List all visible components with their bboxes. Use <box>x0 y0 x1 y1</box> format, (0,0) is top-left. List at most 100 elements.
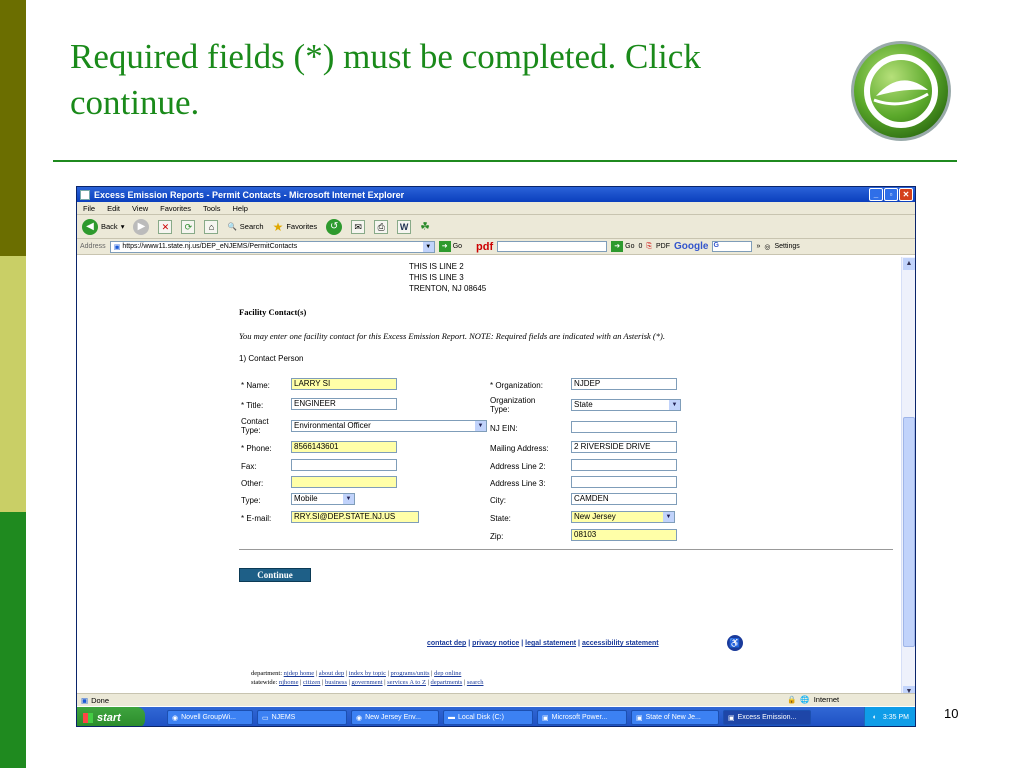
address-dropdown-icon[interactable]: ▼ <box>422 241 434 252</box>
department-links: department: njdep home | about dep | ind… <box>251 670 484 686</box>
nj-ein-label: NJ EIN: <box>490 424 518 433</box>
forward-button[interactable]: ▶ <box>133 218 150 235</box>
mail-button[interactable]: ✉ <box>351 219 366 234</box>
address-input[interactable]: ▣ https://www11.state.nj.us/DEP_eNJEMS/P… <box>109 240 435 253</box>
city-input[interactable]: CAMDEN <box>571 493 677 505</box>
close-button[interactable]: ✕ <box>899 188 913 201</box>
go-button-2[interactable]: ➜ Go <box>611 241 634 252</box>
search-icon: 🔍 <box>227 222 237 231</box>
tray-icon[interactable]: ◐ <box>873 714 877 721</box>
section-note: You may enter one facility contact for t… <box>239 331 665 341</box>
chevron-right-icon[interactable]: » <box>756 243 760 250</box>
home-button[interactable]: ⌂ <box>204 219 219 234</box>
dept-link-programs-units[interactable]: programs/units <box>391 670 430 677</box>
task-state-of-new-jersey[interactable]: ▣ State of New Je... <box>631 710 719 725</box>
vertical-scrollbar[interactable]: ▲ ▼ <box>901 257 915 699</box>
zip-label: Zip: <box>490 532 504 541</box>
pdf-button[interactable]: PDF <box>656 243 670 250</box>
name-input[interactable]: LARRY SI <box>291 378 397 390</box>
accessibility-statement-link[interactable]: accessibility statement <box>582 640 659 647</box>
contact-dep-link[interactable]: contact dep <box>427 640 466 647</box>
print-button[interactable]: ⎙ <box>374 219 389 234</box>
state-link-services[interactable]: services A to Z <box>387 679 426 686</box>
page-content: THIS IS LINE 2 THIS IS LINE 3 TRENTON, N… <box>77 257 902 699</box>
state-link-departments[interactable]: departments <box>431 679 463 686</box>
organization-input[interactable]: NJDEP <box>571 378 677 390</box>
nj-ein-input[interactable] <box>571 421 677 433</box>
mailing-address-input[interactable]: 2 RIVERSIDE DRIVE <box>571 441 677 453</box>
dept-link-about-dep[interactable]: about dep <box>319 670 344 677</box>
chevron-down-icon: ▼ <box>663 512 674 522</box>
history-button[interactable]: ↺ <box>326 218 343 235</box>
menu-help[interactable]: Help <box>233 204 248 213</box>
menu-tools[interactable]: Tools <box>203 204 221 213</box>
menu-edit[interactable]: Edit <box>107 204 120 213</box>
menu-view[interactable]: View <box>132 204 148 213</box>
task-excess-emission[interactable]: ▣ Excess Emission... <box>723 710 811 725</box>
state-link-njhome[interactable]: njhome <box>279 679 299 686</box>
address-line-2-input[interactable] <box>571 459 677 471</box>
menu-file[interactable]: File <box>83 204 95 213</box>
dept-link-njdep-home[interactable]: njdep home <box>284 670 315 677</box>
dept-link-dep-online[interactable]: dep online <box>434 670 461 677</box>
start-button[interactable]: start <box>77 707 145 726</box>
state-link-government[interactable]: government <box>352 679 383 686</box>
address-line-3-input[interactable] <box>571 476 677 488</box>
type-select[interactable]: Mobile ▼ <box>291 493 355 505</box>
contact-type-select[interactable]: Environmental Officer ▼ <box>291 420 487 432</box>
task-groupwise[interactable]: ◉ Novell GroupWi... <box>167 710 253 725</box>
state-link-business[interactable]: business <box>325 679 347 686</box>
search-button[interactable]: 🔍 Search <box>227 222 263 231</box>
state-link-search[interactable]: search <box>467 679 484 686</box>
page-icon: ▣ <box>113 243 121 251</box>
pdf-toolbar-label[interactable]: pdf <box>476 241 493 253</box>
accessibility-icon[interactable]: ♿ <box>727 635 743 651</box>
task-local-disk[interactable]: ▬ Local Disk (C:) <box>443 710 533 725</box>
phone-input[interactable]: 8566143601 <box>291 441 397 453</box>
chevron-down-icon: ▼ <box>475 421 486 431</box>
task-new-jersey-env[interactable]: ◉ New Jersey Env... <box>351 710 439 725</box>
task-njems[interactable]: ▭ NJEMS <box>257 710 347 725</box>
privacy-notice-link[interactable]: privacy notice <box>472 640 519 647</box>
email-input[interactable]: RRY.SI@DEP.STATE.NJ.US <box>291 511 419 523</box>
title-input[interactable]: ENGINEER <box>291 398 397 410</box>
fax-input[interactable] <box>291 459 397 471</box>
menu-favorites[interactable]: Favorites <box>160 204 191 213</box>
maximize-button[interactable]: ▫ <box>884 188 898 201</box>
state-select[interactable]: New Jersey ▼ <box>571 511 675 523</box>
google-label: Google <box>674 241 709 252</box>
go-arrow-icon: ➜ <box>611 241 624 252</box>
groupwise-icon: ◉ <box>172 714 179 722</box>
zip-input[interactable]: 08103 <box>571 529 677 541</box>
chevron-down-icon: ▼ <box>343 494 354 504</box>
settings-button[interactable]: Settings <box>774 243 799 250</box>
legal-statement-link[interactable]: legal statement <box>525 640 576 647</box>
state-label: State: <box>490 514 511 523</box>
scroll-up-icon[interactable]: ▲ <box>903 258 915 270</box>
task-powerpoint[interactable]: ▣ Microsoft Power... <box>537 710 627 725</box>
go-button[interactable]: ➜ Go <box>438 241 462 252</box>
state-link-citizen[interactable]: citizen <box>303 679 320 686</box>
address-bar: Address ▣ https://www11.state.nj.us/DEP_… <box>77 239 915 255</box>
dept-link-index-by-topic[interactable]: index by topic <box>349 670 386 677</box>
continue-button[interactable]: Continue <box>239 568 311 582</box>
slide-number: 10 <box>944 706 959 721</box>
scrollbar-thumb[interactable] <box>903 417 915 647</box>
pdf-search-input[interactable] <box>497 241 608 252</box>
mailing-address-label: Mailing Address: <box>490 444 549 453</box>
refresh-button[interactable]: ⟳ <box>181 219 196 234</box>
other-input[interactable] <box>291 476 397 488</box>
google-search-input[interactable]: G <box>712 241 753 252</box>
type-label: Type: <box>241 496 261 505</box>
favorites-button[interactable]: ★ Favorites <box>273 220 318 234</box>
back-button[interactable]: ◀ Back ▾ <box>82 218 124 235</box>
organization-type-select[interactable]: State ▼ <box>571 399 681 411</box>
messenger-button[interactable]: ☘ <box>420 220 430 233</box>
facility-address: THIS IS LINE 2 THIS IS LINE 3 TRENTON, N… <box>409 262 487 293</box>
edit-button[interactable]: W <box>397 219 412 234</box>
stop-button[interactable]: ✕ <box>158 219 173 234</box>
window-titlebar[interactable]: Excess Emission Reports - Permit Contact… <box>77 187 915 202</box>
ie-task-icon: ◉ <box>356 714 363 722</box>
minimize-button[interactable]: _ <box>869 188 883 201</box>
word-icon: W <box>397 219 412 234</box>
